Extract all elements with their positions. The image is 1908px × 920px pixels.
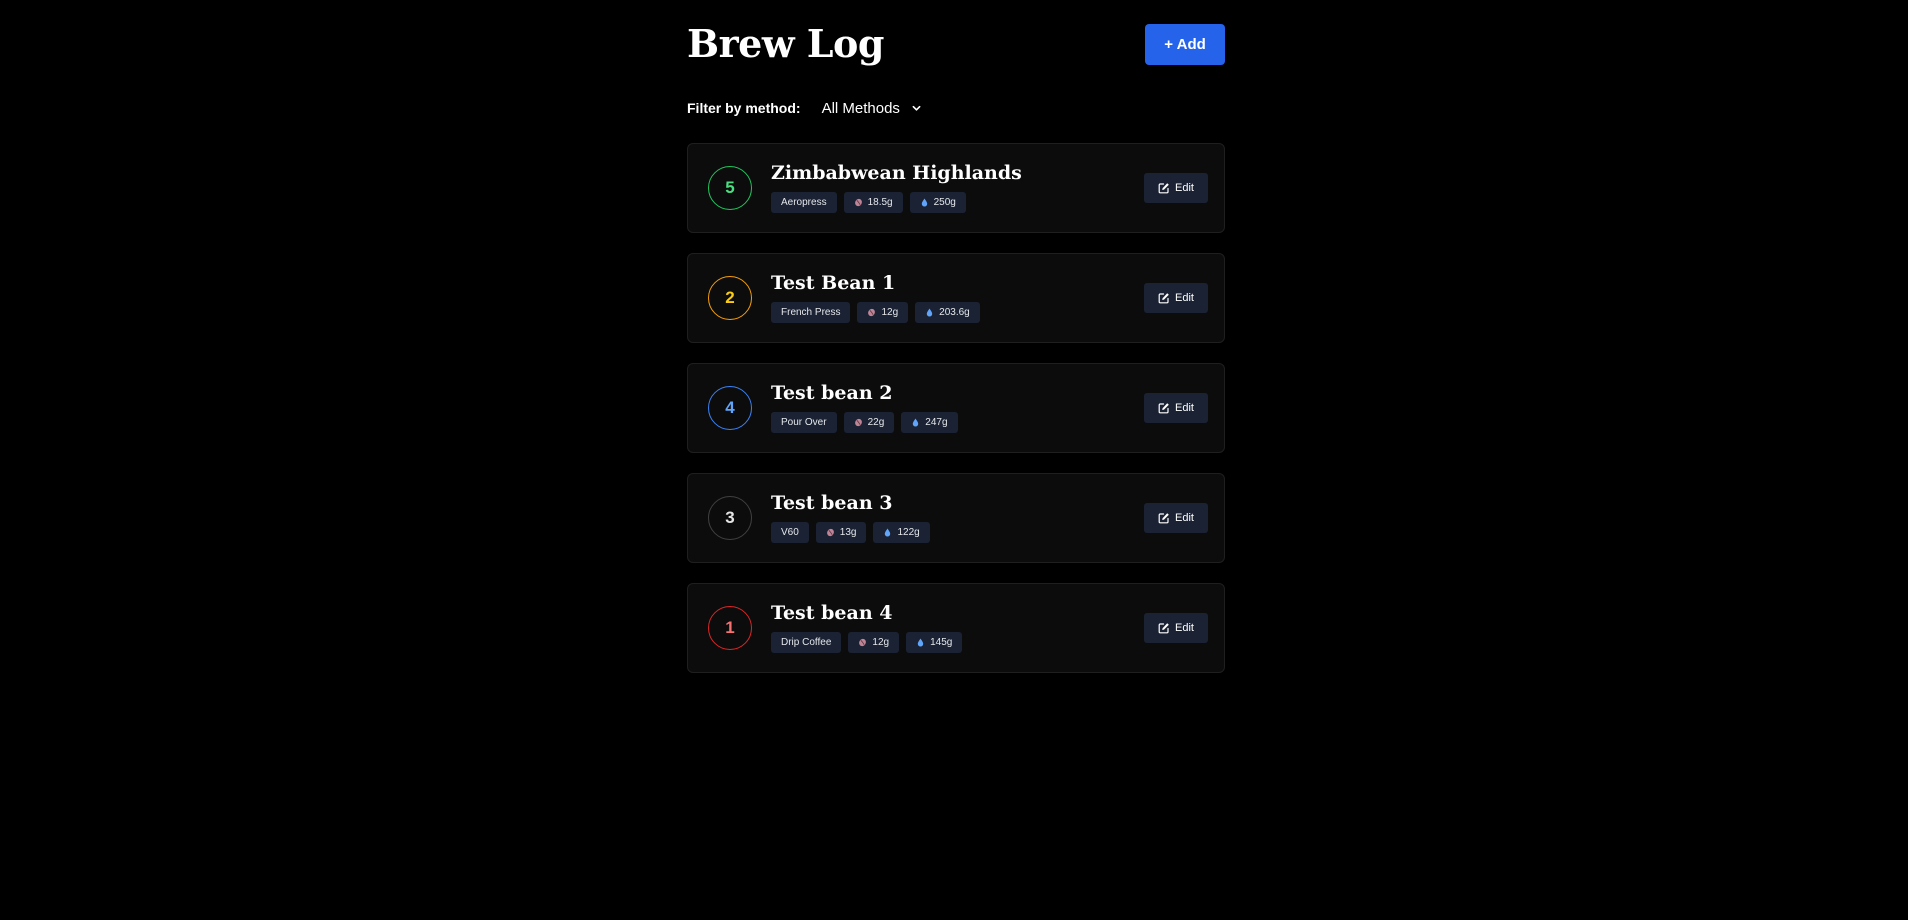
header: Brew Log + Add [687,0,1225,90]
method-tag: French Press [771,302,851,323]
water-drop-icon [926,308,933,317]
water-amount-tag: 122g [873,522,930,543]
water-amount-text: 122g [897,527,920,538]
edit-label: Edit [1175,292,1194,304]
coffee-bean-icon [854,418,862,427]
coffee-dose-tag: 12g [857,302,909,323]
rating-badge: 1 [708,606,752,650]
bean-name: Test bean 4 [771,602,893,624]
brew-tags: French Press 12g 203.6g [771,302,980,323]
brew-card: 4 Test bean 2 Pour Over 22g 247g Edit [687,363,1225,453]
coffee-bean-icon [826,528,834,537]
water-amount-text: 250g [933,197,956,208]
edit-label: Edit [1175,622,1194,634]
water-amount-text: 145g [930,637,953,648]
page-title: Brew Log [687,21,884,66]
coffee-dose-tag: 18.5g [843,192,903,213]
coffee-dose-tag: 13g [815,522,867,543]
brew-tags: V60 13g 122g [771,522,930,543]
coffee-dose-text: 12g [872,637,890,648]
coffee-dose-text: 18.5g [867,197,893,208]
water-amount-text: 203.6g [939,307,970,318]
bean-name: Test Bean 1 [771,272,896,294]
brew-tags: Aeropress 18.5g 250g [771,192,966,213]
brew-card: 1 Test bean 4 Drip Coffee 12g 145g Edit [687,583,1225,673]
edit-button[interactable]: Edit [1144,173,1208,203]
water-drop-icon [917,638,924,647]
brew-card: 5 Zimbabwean Highlands Aeropress 18.5g 2… [687,143,1225,233]
rating-badge: 2 [708,276,752,320]
rating-badge: 4 [708,386,752,430]
edit-label: Edit [1175,182,1194,194]
bean-name: Test bean 3 [771,492,893,514]
brew-tags: Drip Coffee 12g 145g [771,632,963,653]
edit-button[interactable]: Edit [1144,613,1208,643]
coffee-bean-icon [854,198,862,207]
method-tag: Drip Coffee [771,632,842,653]
edit-icon [1158,183,1169,194]
coffee-dose-tag: 22g [843,412,895,433]
method-text: Drip Coffee [781,637,832,648]
water-drop-icon [885,528,891,537]
brew-list: 5 Zimbabwean Highlands Aeropress 18.5g 2… [687,143,1225,693]
filter-selected-value: All Methods [821,99,900,117]
edit-icon [1158,513,1169,524]
coffee-dose-text: 12g [881,307,899,318]
edit-button[interactable]: Edit [1144,393,1208,423]
method-tag: V60 [771,522,809,543]
method-filter-select[interactable]: All Methods [822,100,921,117]
method-text: Pour Over [781,417,827,428]
coffee-bean-icon [868,308,876,317]
edit-icon [1158,293,1169,304]
method-text: V60 [781,527,799,538]
brew-tags: Pour Over 22g 247g [771,412,958,433]
water-amount-tag: 247g [901,412,958,433]
filter-row: Filter by method: All Methods [687,96,1225,120]
coffee-dose-text: 22g [867,417,885,428]
bean-name: Test bean 2 [771,382,893,404]
edit-label: Edit [1175,402,1194,414]
coffee-dose-tag: 12g [848,632,900,653]
method-tag: Aeropress [771,192,837,213]
brew-log-container: Brew Log + Add Filter by method: All Met… [687,0,1225,673]
rating-badge: 3 [708,496,752,540]
brew-card: 3 Test bean 3 V60 13g 122g Edit [687,473,1225,563]
water-amount-tag: 250g [909,192,966,213]
brew-card: 2 Test Bean 1 French Press 12g 203.6g Ed… [687,253,1225,343]
edit-icon [1158,403,1169,414]
edit-button[interactable]: Edit [1144,503,1208,533]
coffee-dose-text: 13g [839,527,857,538]
edit-icon [1158,623,1169,634]
water-drop-icon [913,418,919,427]
water-amount-tag: 203.6g [915,302,980,323]
coffee-bean-icon [859,638,867,647]
rating-badge: 5 [708,166,752,210]
edit-button[interactable]: Edit [1144,283,1208,313]
method-text: French Press [781,307,841,318]
add-button[interactable]: + Add [1145,24,1225,65]
filter-label: Filter by method: [687,100,801,116]
water-amount-tag: 145g [906,632,963,653]
bean-name: Zimbabwean Highlands [771,162,1022,184]
water-amount-text: 247g [925,417,948,428]
chevron-down-icon [912,105,921,111]
method-text: Aeropress [781,197,827,208]
method-tag: Pour Over [771,412,837,433]
edit-label: Edit [1175,512,1194,524]
water-drop-icon [921,198,927,207]
